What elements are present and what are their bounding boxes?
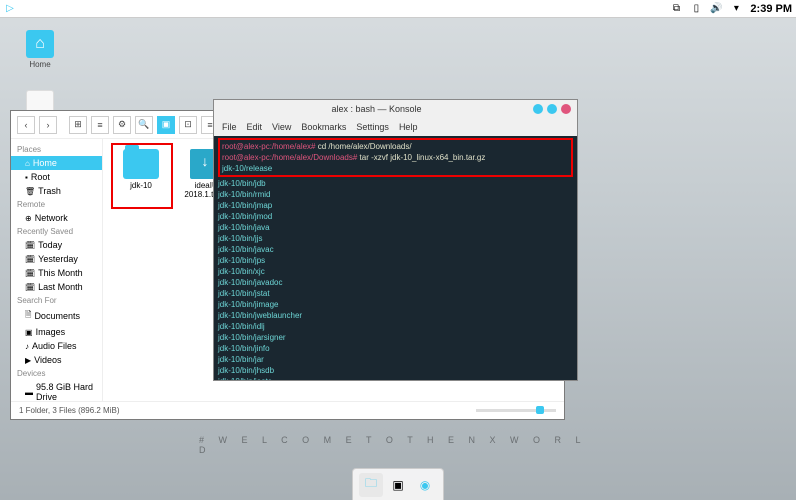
terminal[interactable]: root@alex-pc:/home/alex# cd /home/alex/D… xyxy=(214,136,577,380)
sidebar-item-documents[interactable]: 🗎Documents xyxy=(11,307,102,325)
fm-sidebar: Places ⌂Home ▪Root 🗑Trash Remote ⊕Networ… xyxy=(11,139,103,401)
clock[interactable]: 2:39 PM xyxy=(750,3,792,15)
search-icon[interactable]: 🔍 xyxy=(135,116,153,134)
preview-button[interactable]: ▣ xyxy=(157,116,175,134)
split-button[interactable]: ⊡ xyxy=(179,116,197,134)
volume-icon[interactable]: 🔊 xyxy=(710,3,722,15)
annotation-highlight: root@alex-pc:/home/alex# cd /home/alex/D… xyxy=(218,138,573,177)
fm-statusbar: 1 Folder, 3 Files (896.2 MiB) xyxy=(11,401,564,419)
file-label: jdk-10 xyxy=(130,181,152,190)
view-list-button[interactable]: ≡ xyxy=(91,116,109,134)
minimize-button[interactable] xyxy=(533,104,543,114)
home-icon xyxy=(26,30,54,58)
menu-edit[interactable]: Edit xyxy=(247,122,263,132)
menu-settings[interactable]: Settings xyxy=(356,122,389,132)
expand-icon[interactable]: ▾ xyxy=(730,3,742,15)
konsole-window: alex : bash — Konsole File Edit View Boo… xyxy=(213,99,578,381)
term-title: alex : bash — Konsole xyxy=(220,104,533,114)
menu-view[interactable]: View xyxy=(272,122,291,132)
sidebar-item-lastmonth[interactable]: 🗓Last Month xyxy=(11,280,102,294)
sb-devices-header: Devices xyxy=(11,367,102,380)
sidebar-item-yesterday[interactable]: 🗓Yesterday xyxy=(11,252,102,266)
close-button[interactable] xyxy=(561,104,571,114)
file-jdk10-folder[interactable]: jdk-10 xyxy=(113,149,169,190)
sb-remote-header: Remote xyxy=(11,198,102,211)
sb-search-header: Search For xyxy=(11,294,102,307)
sidebar-item-network[interactable]: ⊕Network xyxy=(11,211,102,225)
task-konsole[interactable]: ▣ xyxy=(386,473,410,497)
folder-icon xyxy=(123,149,159,179)
top-panel: ▷ ⧉ ▯ 🔊 ▾ 2:39 PM xyxy=(0,0,796,18)
sb-recent-header: Recently Saved xyxy=(11,225,102,238)
sidebar-item-today[interactable]: 🗓Today xyxy=(11,238,102,252)
sidebar-item-audio[interactable]: ♪Audio Files xyxy=(11,339,102,353)
settings-icon[interactable]: ⚙ xyxy=(113,116,131,134)
sb-places-header: Places xyxy=(11,143,102,156)
sidebar-item-root[interactable]: ▪Root xyxy=(11,170,102,184)
sidebar-item-thismonth[interactable]: 🗓This Month xyxy=(11,266,102,280)
back-button[interactable]: ‹ xyxy=(17,116,35,134)
status-text: 1 Folder, 3 Files (896.2 MiB) xyxy=(19,406,119,415)
wallpaper-text: # W E L C O M E T O T H E N X W O R L D xyxy=(199,435,597,455)
zoom-slider[interactable] xyxy=(476,409,556,412)
taskbar: 🗀 ▣ ◉ xyxy=(352,468,444,500)
forward-button[interactable]: › xyxy=(39,116,57,134)
battery-icon[interactable]: ▯ xyxy=(690,3,702,15)
term-titlebar[interactable]: alex : bash — Konsole xyxy=(214,100,577,118)
menu-file[interactable]: File xyxy=(222,122,237,132)
sidebar-item-disk[interactable]: ▬95.8 GiB Hard Drive xyxy=(11,380,102,401)
desktop-home-label: Home xyxy=(29,60,50,69)
task-filemanager[interactable]: 🗀 xyxy=(359,473,383,497)
sidebar-item-images[interactable]: ▣Images xyxy=(11,325,102,339)
menu-help[interactable]: Help xyxy=(399,122,418,132)
menu-bookmarks[interactable]: Bookmarks xyxy=(301,122,346,132)
term-menubar: File Edit View Bookmarks Settings Help xyxy=(214,118,577,136)
start-icon[interactable]: ▷ xyxy=(4,3,16,15)
clipboard-icon[interactable]: ⧉ xyxy=(670,3,682,15)
sidebar-item-videos[interactable]: ▶Videos xyxy=(11,353,102,367)
desktop-home-icon[interactable]: Home xyxy=(16,30,64,69)
sidebar-item-trash[interactable]: 🗑Trash xyxy=(11,184,102,198)
view-icons-button[interactable]: ⊞ xyxy=(69,116,87,134)
sidebar-item-home[interactable]: ⌂Home xyxy=(11,156,102,170)
maximize-button[interactable] xyxy=(547,104,557,114)
task-browser[interactable]: ◉ xyxy=(413,473,437,497)
